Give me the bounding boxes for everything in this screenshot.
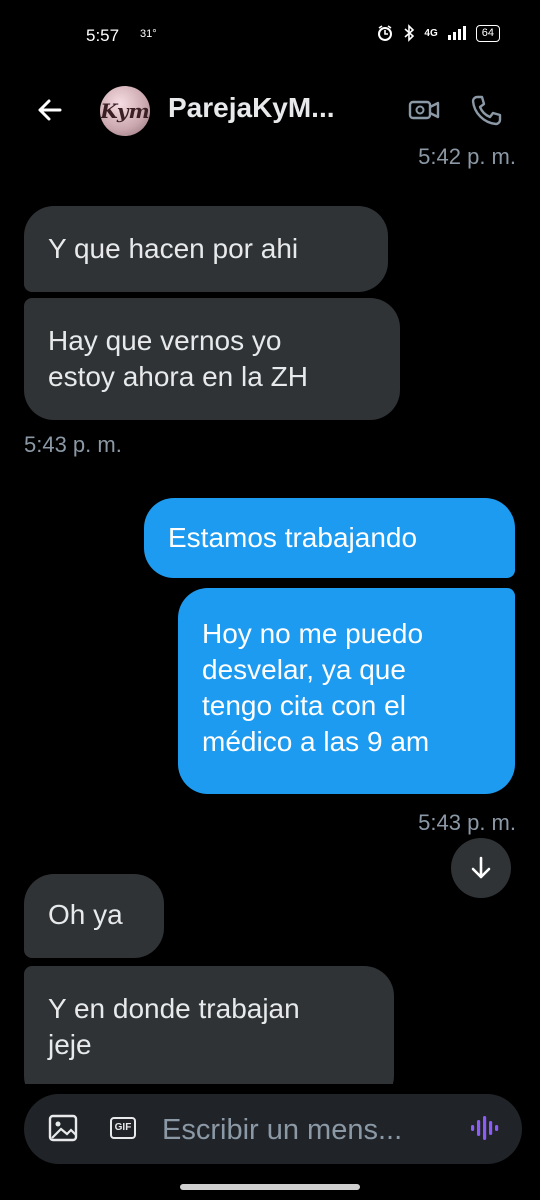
message-text: Hay que vernos yo [48,325,282,356]
message-bubble-incoming[interactable]: Y que hacen por ahi [24,206,388,292]
gif-icon[interactable]: GIF [106,1111,140,1145]
message-timestamp: 5:43 p. m. [418,810,516,835]
message-list[interactable]: 5:42 p. m. Y que hacen por ahi Hay que v… [0,146,540,1084]
message-text: jeje [48,1029,92,1060]
message-bubble-outgoing[interactable]: Estamos trabajando [144,498,515,578]
message-text: Oh ya [48,899,123,930]
home-indicator[interactable] [180,1184,360,1190]
message-timestamp: 5:43 p. m. [24,432,122,457]
message-timestamp: 5:42 p. m. [418,146,516,169]
message-text: Y en donde trabajan [48,993,300,1024]
message-bubble-incoming[interactable]: Oh ya [24,874,164,958]
status-temperature: 31° [140,28,157,40]
image-icon[interactable] [46,1111,80,1145]
message-text: Hoy no me puedo [202,618,424,649]
message-composer: GIF [24,1094,522,1164]
gif-label: GIF [109,1117,137,1139]
message-text: Estamos trabajando [168,522,418,553]
message-text: tengo cita con el [202,690,406,721]
voice-icon[interactable] [468,1111,502,1145]
message-bubble-incoming[interactable]: Hay que vernos yo estoy ahora en la ZH [24,298,400,420]
battery-icon: 64 [475,24,500,42]
conversation-header: Kym ParejaKyM... [0,72,540,146]
message-text: Y que hacen por ahi [48,233,299,264]
message-bubble-incoming[interactable]: Y en donde trabajan jeje [24,966,394,1084]
conversation-title[interactable]: ParejaKyM... [168,92,335,124]
signal-icon [447,26,466,40]
message-input[interactable] [160,1108,464,1152]
status-bar: 5:57 31° 4G 64 [0,0,540,72]
alarm-icon [378,25,393,41]
message-text: médico a las 9 am [202,726,430,757]
back-arrow-icon[interactable] [30,90,70,130]
message-bubble-outgoing[interactable]: Hoy no me puedo desvelar, ya que tengo c… [178,588,515,794]
scroll-to-bottom-button[interactable] [451,838,511,898]
message-text: estoy ahora en la ZH [48,361,308,392]
avatar-logo-text: Kym [100,99,150,123]
status-time: 5:57 [86,26,120,45]
arrow-down-icon [471,856,491,879]
network-label: 4G [424,27,438,39]
status-icons: 4G 64 [376,24,500,42]
video-call-icon[interactable] [406,92,442,128]
avatar[interactable]: Kym [100,86,150,136]
message-text: desvelar, ya que [202,654,406,685]
bluetooth-icon [404,24,415,42]
phone-icon[interactable] [468,92,504,128]
